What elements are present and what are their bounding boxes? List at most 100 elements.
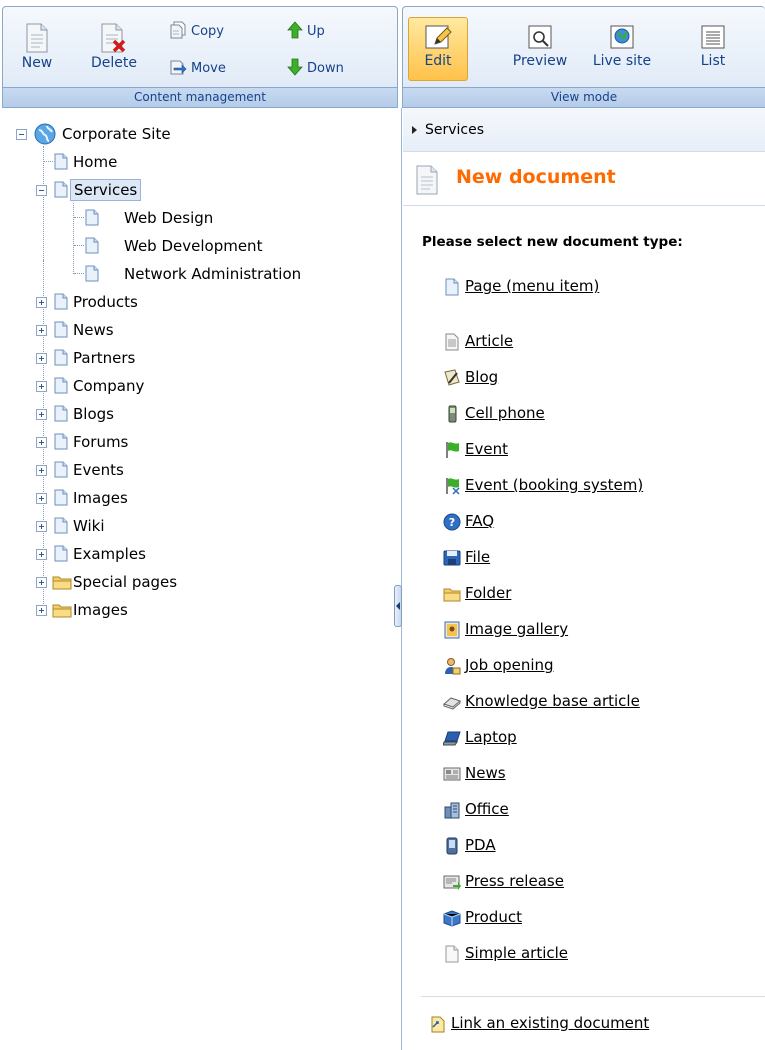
expand-icon[interactable] (36, 521, 47, 532)
breadcrumb: Services (403, 108, 765, 152)
up-button[interactable]: Up (287, 21, 325, 41)
down-button[interactable]: Down (287, 58, 344, 78)
tree-node-images[interactable]: Images (36, 486, 343, 510)
job-opening-icon (445, 658, 461, 675)
event-flag-icon (446, 442, 459, 458)
list-button[interactable]: List (689, 23, 737, 69)
document-icon (54, 321, 68, 338)
content-tree: Corporate Site Home Services Web Design … (0, 108, 402, 1050)
breadcrumb-arrow-icon (412, 126, 417, 134)
laptop-icon (443, 731, 461, 746)
view-mode-caption: View mode (403, 87, 765, 107)
tree-node-examples[interactable]: Examples (36, 542, 343, 566)
document-icon (85, 265, 99, 282)
expand-icon[interactable] (36, 381, 47, 392)
live-site-button[interactable]: Live site (587, 23, 657, 69)
expand-icon[interactable] (36, 437, 47, 448)
preview-icon (528, 25, 552, 49)
tree-node-wiki[interactable]: Wiki (36, 514, 343, 538)
blog-icon (444, 369, 460, 386)
folder-icon (52, 576, 72, 590)
document-icon (54, 377, 68, 394)
tree-node-web-development[interactable]: Web Development (73, 234, 373, 258)
page-title: New document (456, 166, 616, 188)
document-icon (85, 209, 99, 226)
arrow-down-icon (287, 58, 303, 76)
expand-icon[interactable] (36, 549, 47, 560)
delete-button[interactable]: Delete (85, 23, 143, 71)
link-document-icon (431, 1016, 445, 1033)
breadcrumb-item[interactable]: Services (425, 122, 484, 138)
pda-icon (446, 837, 458, 855)
collapse-icon[interactable] (16, 129, 27, 140)
preview-button[interactable]: Preview (501, 23, 579, 69)
globe-monitor-icon (610, 25, 634, 49)
image-gallery-icon (444, 621, 460, 639)
title-bar: New document (403, 154, 765, 206)
tree-node-home[interactable]: Home (43, 150, 343, 174)
content-management-panel: New Delete Copy Move Up Down Content man… (2, 6, 398, 108)
copy-button[interactable]: Copy (169, 21, 224, 41)
folder-icon (443, 588, 461, 602)
move-button[interactable]: Move (169, 58, 226, 78)
tree-node-products[interactable]: Products (36, 290, 343, 314)
faq-icon: ? (443, 513, 461, 531)
knowledge-base-icon (443, 697, 461, 710)
svg-text:?: ? (449, 516, 455, 529)
arrow-up-icon (287, 21, 303, 39)
tree-node-root[interactable]: Corporate Site (16, 122, 316, 146)
tree-node-company[interactable]: Company (36, 374, 343, 398)
content-pane: Services New document Please select new … (403, 108, 765, 1050)
expand-icon[interactable] (36, 493, 47, 504)
tree-node-news[interactable]: News (36, 318, 343, 342)
collapse-icon[interactable] (36, 185, 47, 196)
tree-node-web-design[interactable]: Web Design (73, 206, 373, 230)
expand-icon[interactable] (36, 465, 47, 476)
article-icon (445, 333, 459, 351)
expand-icon[interactable] (36, 605, 47, 616)
globe-icon (34, 123, 56, 145)
tree-node-special-pages[interactable]: Special pages (36, 570, 343, 594)
page-icon (445, 278, 459, 296)
document-icon (54, 489, 68, 506)
document-icon (54, 517, 68, 534)
document-icon (54, 461, 68, 478)
new-document-icon (416, 165, 438, 195)
expand-icon[interactable] (36, 297, 47, 308)
expand-icon[interactable] (36, 353, 47, 364)
content-management-caption: Content management (3, 87, 397, 107)
press-release-icon (443, 875, 461, 890)
pane-collapse-handle[interactable] (394, 585, 402, 627)
edit-button[interactable]: Edit (408, 17, 468, 81)
tree-node-services[interactable]: Services (36, 178, 343, 202)
expand-icon[interactable] (36, 577, 47, 588)
cell-phone-icon (448, 405, 457, 423)
document-icon (54, 349, 68, 366)
new-button[interactable]: New (19, 23, 55, 71)
simple-article-icon (445, 945, 459, 963)
tree-node-images-folder[interactable]: Images (36, 598, 343, 622)
tree-node-network-administration[interactable]: Network Administration (73, 262, 373, 286)
document-icon (54, 153, 68, 170)
folder-icon (52, 604, 72, 618)
office-icon (444, 802, 460, 819)
list-icon (701, 25, 725, 49)
expand-icon[interactable] (36, 325, 47, 336)
document-type-prompt: Please select new document type: (422, 234, 683, 250)
new-document-icon (26, 23, 48, 53)
file-icon (443, 550, 461, 566)
divider (421, 996, 765, 997)
document-icon (85, 237, 99, 254)
tree-node-events[interactable]: Events (36, 458, 343, 482)
document-icon (54, 293, 68, 310)
product-icon (443, 910, 461, 927)
view-mode-panel: Edit Preview Live site List View mode (402, 6, 765, 108)
tree-node-partners[interactable]: Partners (36, 346, 343, 370)
tree-node-blogs[interactable]: Blogs (36, 402, 343, 426)
tree-node-forums[interactable]: Forums (36, 430, 343, 454)
document-icon (54, 433, 68, 450)
move-icon (170, 60, 187, 75)
toolbar: New Delete Copy Move Up Down Content man… (0, 0, 765, 108)
expand-icon[interactable] (36, 409, 47, 420)
document-icon (54, 405, 68, 422)
